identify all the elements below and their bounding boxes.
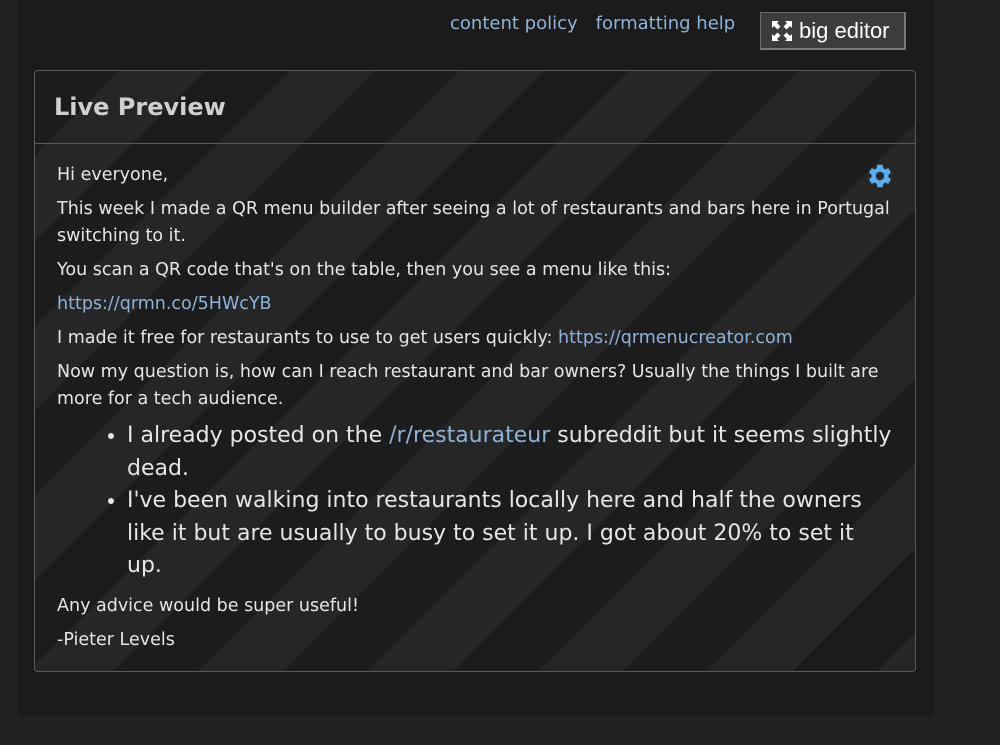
paragraph-1: This week I made a QR menu builder after… bbox=[57, 199, 890, 246]
paragraph-3-text: I made it free for restaurants to use to… bbox=[57, 328, 559, 348]
big-editor-label: big editor bbox=[799, 17, 890, 43]
live-preview-panel: Live Preview Hi everyone, This week I ma… bbox=[34, 70, 916, 672]
list-item: I've been walking into restaurants local… bbox=[127, 485, 893, 583]
big-editor-button[interactable]: big editor bbox=[760, 12, 906, 50]
subreddit-link[interactable]: /r/restaurateur bbox=[389, 423, 550, 448]
formatting-help-link[interactable]: formatting help bbox=[596, 10, 736, 38]
expand-arrows-icon bbox=[772, 20, 792, 41]
signature-text: -Pieter Levels bbox=[57, 629, 175, 650]
paragraph-2: You scan a QR code that's on the table, … bbox=[57, 260, 672, 280]
paragraph-3: I made it free for restaurants to use to… bbox=[57, 325, 893, 352]
qrmn-link[interactable]: https://qrmn.co/5HWcYB bbox=[57, 294, 272, 314]
bullet-list: I already posted on the /r/restaurateur … bbox=[57, 420, 893, 583]
qrmenucreator-link[interactable]: https://qrmenucreator.com bbox=[558, 328, 793, 348]
live-preview-title: Live Preview bbox=[54, 93, 226, 121]
greeting-text: Hi everyone, bbox=[57, 165, 169, 185]
closing-text: Any advice would be super useful! bbox=[57, 595, 360, 616]
list-item: I already posted on the /r/restaurateur … bbox=[127, 420, 893, 485]
editor-links: content policy formatting help bbox=[450, 10, 753, 38]
preview-content: Hi everyone, This week I made a QR menu … bbox=[35, 144, 915, 654]
content-policy-link[interactable]: content policy bbox=[450, 10, 578, 38]
live-preview-header: Live Preview bbox=[35, 71, 915, 144]
bullet-1-before: I already posted on the bbox=[127, 423, 390, 448]
paragraph-link-1: https://qrmn.co/5HWcYB bbox=[57, 291, 893, 318]
paragraph-4: Now my question is, how can I reach rest… bbox=[57, 362, 879, 409]
gear-icon[interactable] bbox=[866, 162, 894, 190]
